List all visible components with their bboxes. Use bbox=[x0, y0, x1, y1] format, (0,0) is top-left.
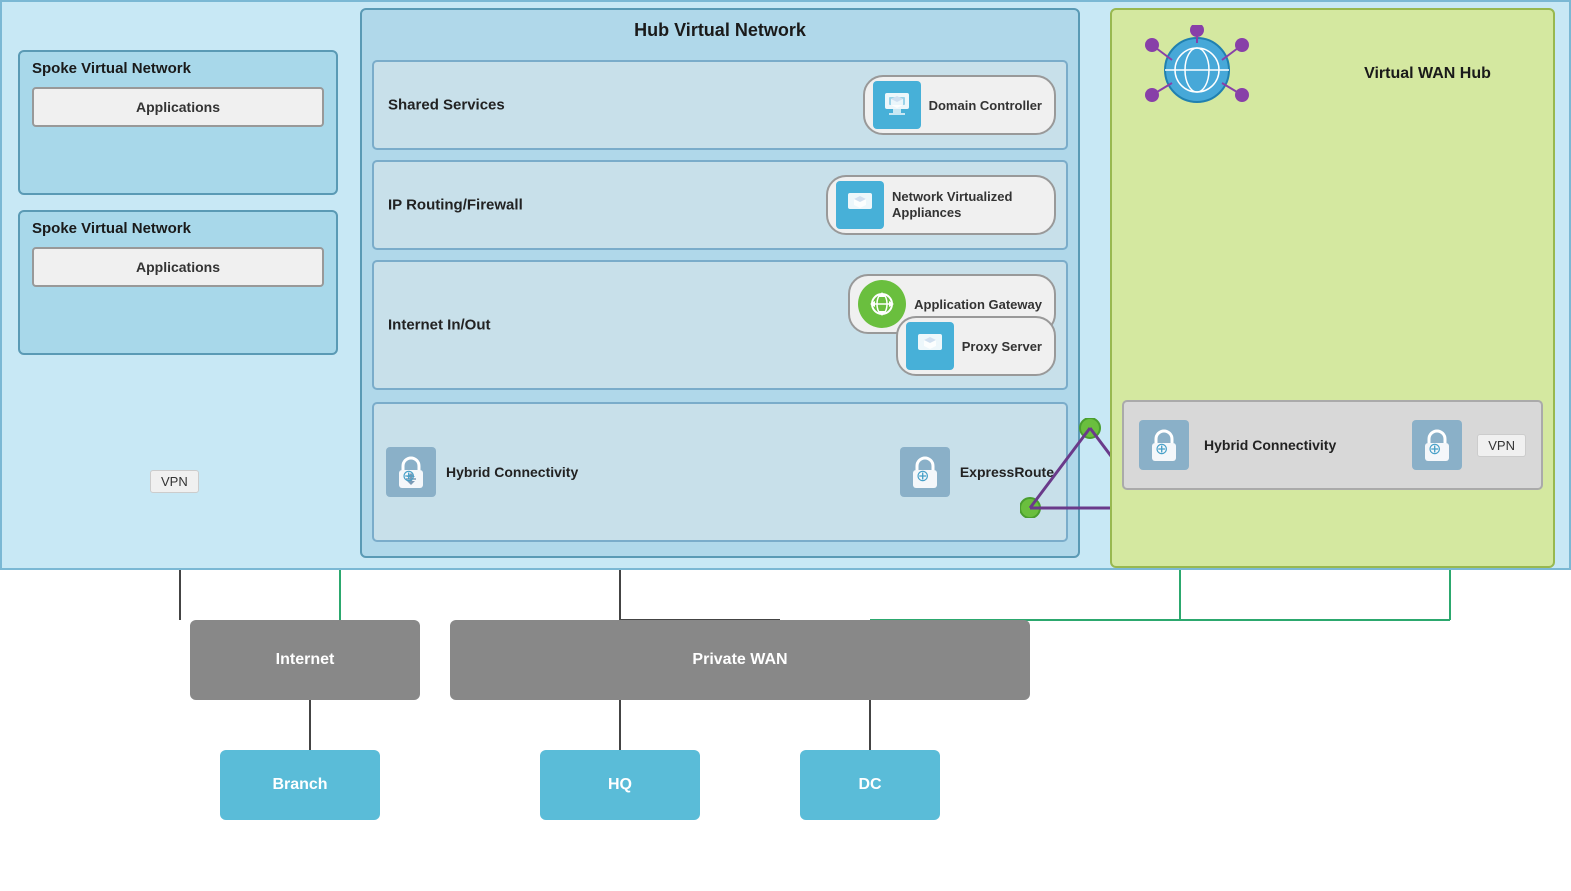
domain-controller-label: Domain Controller bbox=[929, 98, 1042, 113]
hq-box: HQ bbox=[540, 750, 700, 820]
spoke-vnet-2: Spoke Virtual Network Applications bbox=[18, 210, 338, 355]
wan-hybrid-label: Hybrid Connectivity bbox=[1204, 437, 1397, 453]
routing-firewall-label: IP Routing/Firewall bbox=[388, 197, 523, 214]
hub-section-shared: Shared Services Domain Controller bbox=[372, 60, 1068, 150]
hybrid-lock-icon-1: ⊕ bbox=[386, 447, 436, 497]
branch-label: Branch bbox=[272, 776, 327, 794]
svg-text:⊕: ⊕ bbox=[1155, 441, 1168, 458]
wan-hybrid-lock-2: ⊕ bbox=[1412, 420, 1462, 470]
hq-label: HQ bbox=[608, 776, 632, 794]
spoke-vnet-1-app: Applications bbox=[32, 87, 324, 127]
private-wan-box: Private WAN bbox=[450, 620, 1030, 700]
spoke-vnet-2-title: Spoke Virtual Network bbox=[32, 220, 324, 237]
domain-controller-box: Domain Controller bbox=[863, 75, 1056, 135]
proxy-server-box: Proxy Server bbox=[896, 316, 1056, 376]
wan-hub-title: Virtual WAN Hub bbox=[1312, 65, 1543, 83]
wan-vpn-label: VPN bbox=[1477, 434, 1526, 457]
hybrid-conn-label-1: Hybrid Connectivity bbox=[446, 464, 578, 480]
hub-vnet: Hub Virtual Network Shared Services Doma… bbox=[360, 8, 1080, 558]
internet-inout-label: Internet In/Out bbox=[388, 317, 491, 334]
private-wan-label: Private WAN bbox=[692, 651, 787, 669]
hub-section-hybrid: ⊕ Hybrid Connectivity ⊕ ExpressRoute bbox=[372, 402, 1068, 542]
svg-text:⊕: ⊕ bbox=[402, 468, 415, 485]
nva-box: Network Virtualized Appliances bbox=[826, 175, 1056, 235]
proxy-server-icon bbox=[906, 322, 954, 370]
vpn-label-left: VPN bbox=[150, 470, 199, 493]
svg-text:⊕: ⊕ bbox=[916, 468, 929, 485]
spoke-vnet-1-title: Spoke Virtual Network bbox=[32, 60, 324, 77]
wan-hybrid-lock-1: ⊕ bbox=[1139, 420, 1189, 470]
nva-label: Network Virtualized Appliances bbox=[892, 189, 1042, 220]
wan-hub-globe bbox=[1142, 25, 1262, 115]
hub-section-internet: Internet In/Out Application Gateway bbox=[372, 260, 1068, 390]
nva-icon bbox=[836, 181, 884, 229]
wan-hybrid-section: ⊕ Hybrid Connectivity ⊕ VPN bbox=[1122, 400, 1543, 490]
dc-box: DC bbox=[800, 750, 940, 820]
spoke-vnet-1: Spoke Virtual Network Applications bbox=[18, 50, 338, 195]
hub-section-routing: IP Routing/Firewall Network Virtualized … bbox=[372, 160, 1068, 250]
wan-hub: Virtual WAN Hub ⊕ Hybrid Connectivity ⊕ … bbox=[1110, 8, 1555, 568]
app-gateway-label: Application Gateway bbox=[914, 297, 1042, 312]
svg-text:⊕: ⊕ bbox=[1428, 441, 1441, 458]
app-gateway-icon bbox=[858, 280, 906, 328]
expressroute-icon: ⊕ bbox=[900, 447, 950, 497]
spoke-vnet-2-app: Applications bbox=[32, 247, 324, 287]
hub-vnet-title: Hub Virtual Network bbox=[362, 10, 1078, 49]
internet-box: Internet bbox=[190, 620, 420, 700]
domain-controller-icon bbox=[873, 81, 921, 129]
shared-services-label: Shared Services bbox=[388, 97, 505, 114]
dc-label: DC bbox=[858, 776, 881, 794]
internet-label: Internet bbox=[276, 651, 335, 669]
proxy-server-label: Proxy Server bbox=[962, 339, 1042, 354]
branch-box: Branch bbox=[220, 750, 380, 820]
